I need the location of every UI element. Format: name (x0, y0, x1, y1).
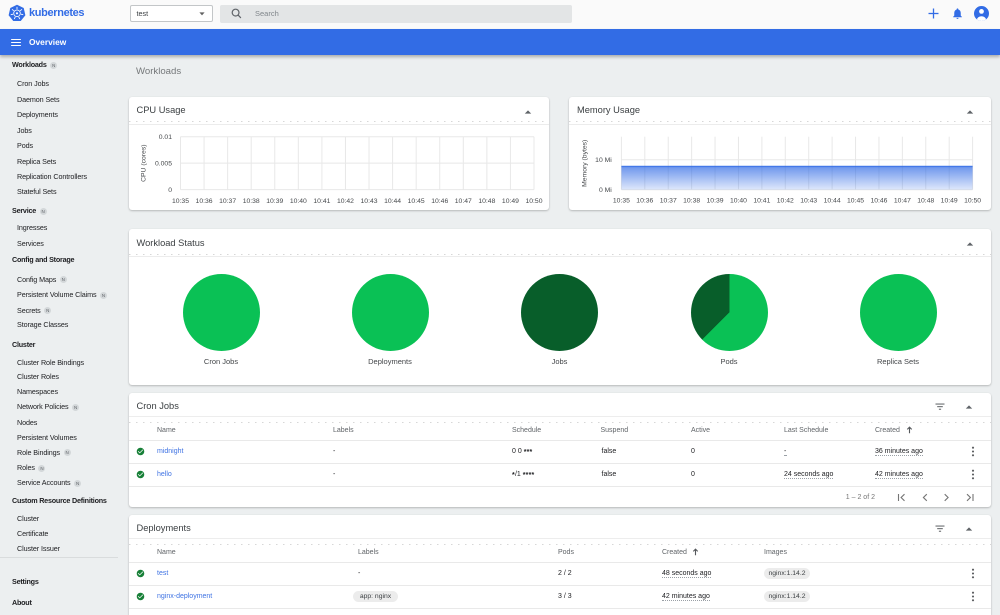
svg-text:10:40: 10:40 (730, 197, 747, 204)
svg-text:10:44: 10:44 (384, 198, 401, 205)
svg-text:10:41: 10:41 (753, 197, 770, 204)
svg-text:10:35: 10:35 (613, 197, 630, 204)
svg-text:10 Mi: 10 Mi (595, 157, 612, 164)
svg-text:10:36: 10:36 (636, 197, 653, 204)
svg-text:10:41: 10:41 (313, 198, 330, 205)
svg-text:10:46: 10:46 (870, 197, 887, 204)
svg-text:10:48: 10:48 (478, 198, 495, 205)
svg-text:0 Mi: 0 Mi (599, 187, 612, 194)
svg-text:10:47: 10:47 (454, 198, 471, 205)
svg-text:10:39: 10:39 (266, 198, 283, 205)
svg-text:10:44: 10:44 (824, 197, 841, 204)
svg-text:10:37: 10:37 (660, 197, 677, 204)
svg-text:10:43: 10:43 (360, 198, 377, 205)
svg-text:10:36: 10:36 (195, 198, 212, 205)
svg-text:10:43: 10:43 (800, 197, 817, 204)
svg-text:10:37: 10:37 (219, 198, 236, 205)
svg-text:10:45: 10:45 (847, 197, 864, 204)
svg-text:10:38: 10:38 (683, 197, 700, 204)
svg-text:10:35: 10:35 (171, 198, 188, 205)
svg-text:10:45: 10:45 (407, 198, 424, 205)
svg-text:10:47: 10:47 (894, 197, 911, 204)
svg-text:10:49: 10:49 (941, 197, 958, 204)
svg-text:10:49: 10:49 (501, 198, 518, 205)
svg-text:10:50: 10:50 (964, 197, 981, 204)
svg-text:10:48: 10:48 (917, 197, 934, 204)
svg-text:10:46: 10:46 (431, 198, 448, 205)
svg-text:CPU (cores): CPU (cores) (140, 145, 147, 182)
svg-text:0.01: 0.01 (158, 134, 171, 141)
svg-text:10:39: 10:39 (707, 197, 724, 204)
svg-text:10:42: 10:42 (777, 197, 794, 204)
svg-text:10:38: 10:38 (242, 198, 259, 205)
svg-text:10:40: 10:40 (289, 198, 306, 205)
svg-text:0: 0 (168, 187, 172, 194)
svg-text:Memory (bytes): Memory (bytes) (582, 140, 589, 187)
svg-text:0.005: 0.005 (154, 161, 171, 168)
svg-text:10:50: 10:50 (525, 198, 542, 205)
svg-text:10:42: 10:42 (336, 198, 353, 205)
